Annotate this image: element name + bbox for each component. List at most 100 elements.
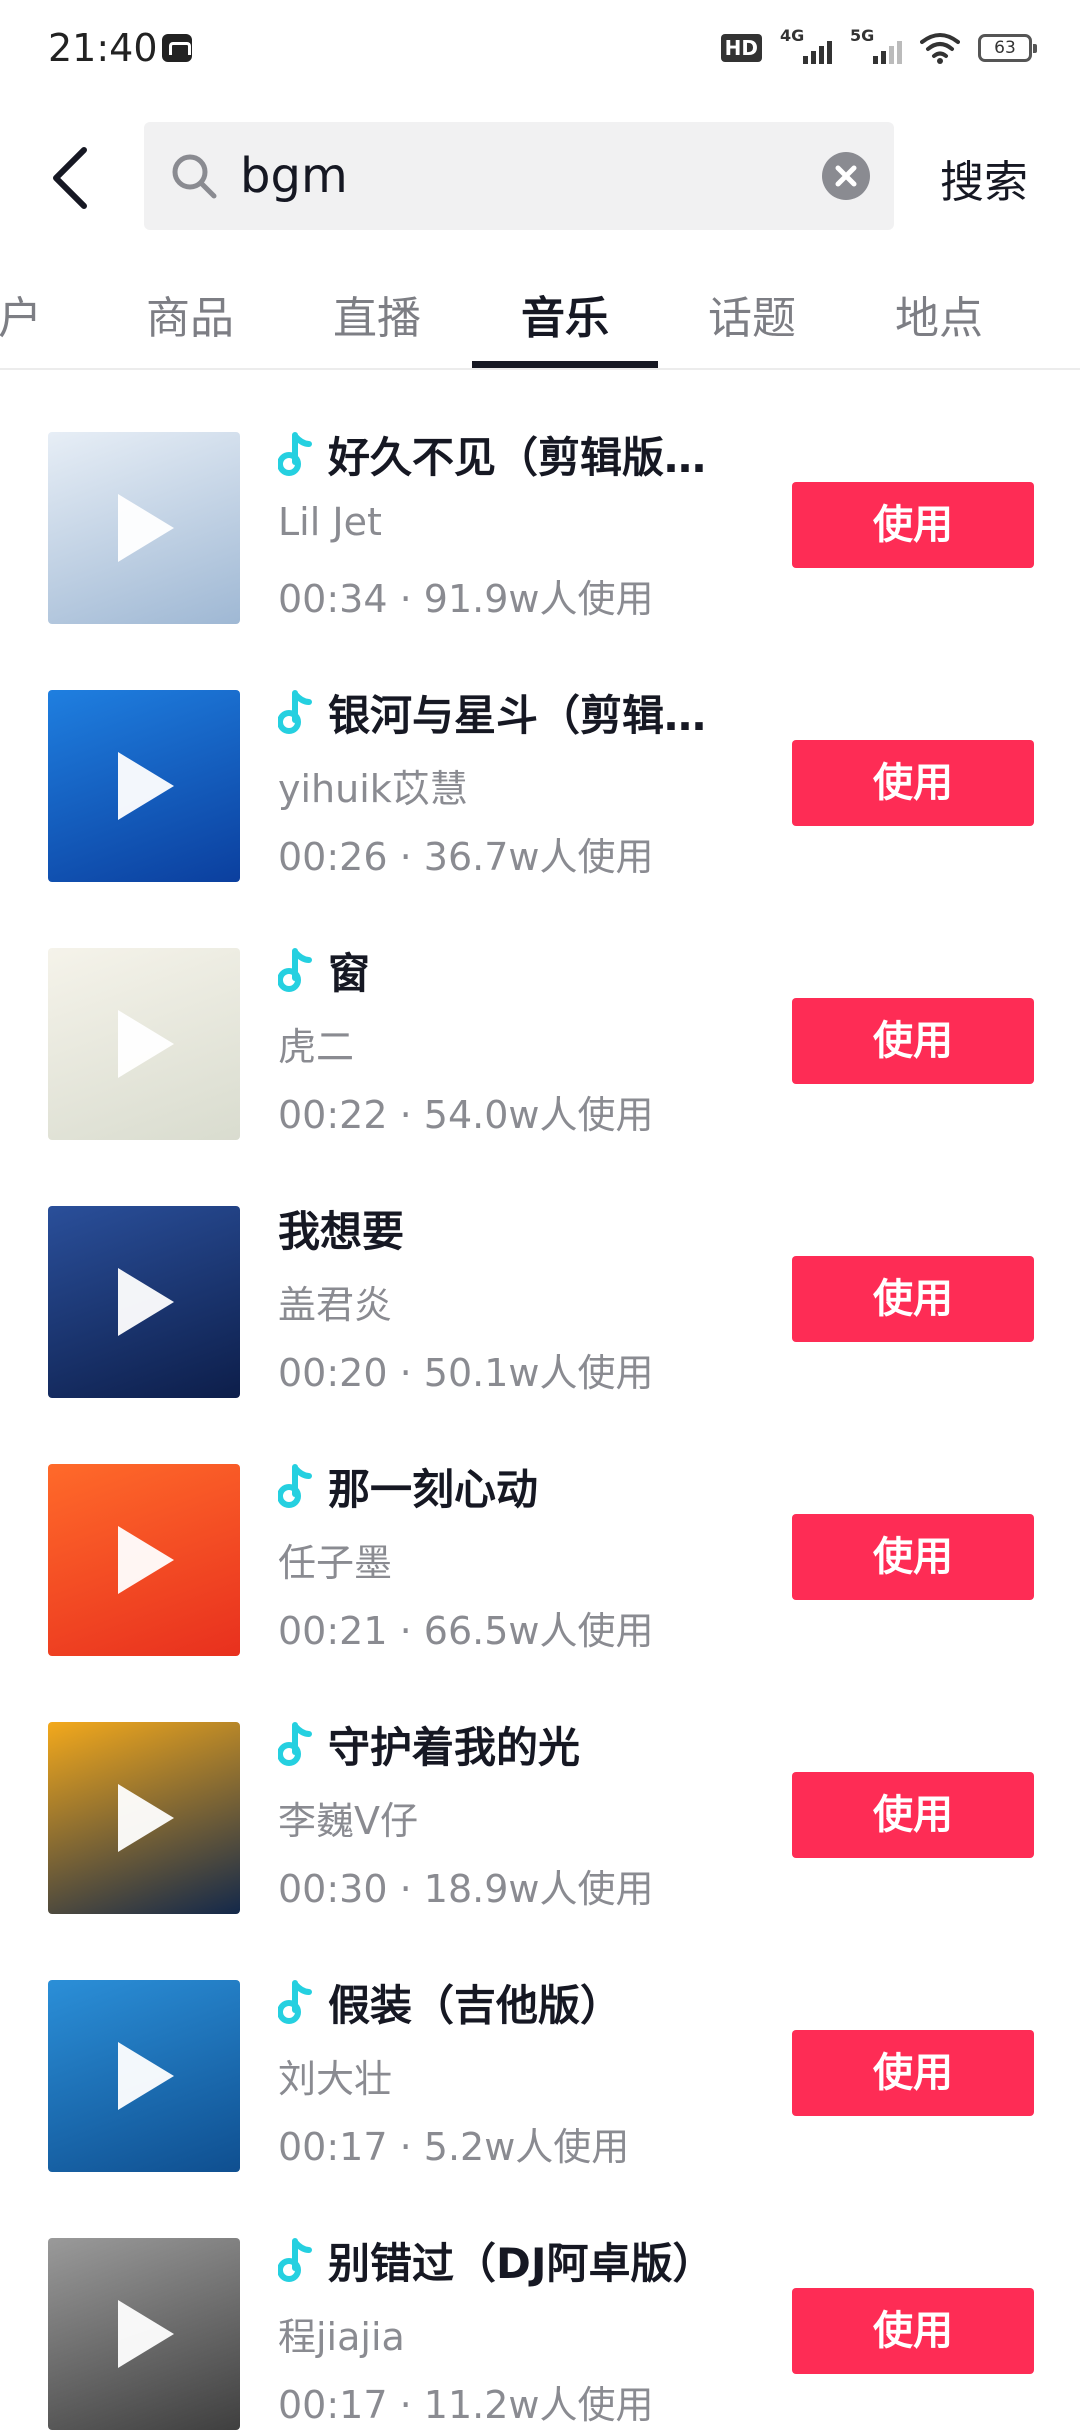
music-list-item[interactable]: 别错过（DJ阿卓版） 程jiajia 00:17 · 11.2w人使用 使用 — [0, 2176, 1080, 2434]
music-list-item[interactable]: 假装（吉他版） 刘大壮 00:17 · 5.2w人使用 使用 — [0, 1918, 1080, 2176]
song-title: 那一刻心动 — [328, 1464, 539, 1514]
album-cover[interactable] — [48, 432, 240, 624]
song-title: 银河与星斗（剪辑… — [328, 690, 707, 740]
song-meta: 00:26 · 36.7w人使用 — [278, 826, 653, 881]
meta-separator: · — [387, 1351, 424, 1395]
music-list-item[interactable]: 好久不见（剪辑版… Lil Jet 00:34 · 91.9w人使用 使用 — [0, 370, 1080, 628]
artist-name: yihuik苡慧 — [278, 767, 468, 811]
meta-separator: · — [387, 1867, 424, 1911]
song-meta: 00:17 · 11.2w人使用 — [278, 2374, 653, 2429]
use-music-button[interactable]: 使用 — [792, 2288, 1034, 2374]
tab-places[interactable]: 地点 — [895, 282, 983, 346]
status-bar: 21:40 HD 4G 5G 63 — [0, 0, 1080, 100]
tab-products[interactable]: 商品 — [146, 282, 234, 346]
music-list-item[interactable]: 银河与星斗（剪辑… yihuik苡慧 00:26 · 36.7w人使用 使用 — [0, 628, 1080, 886]
search-input[interactable] — [240, 122, 800, 230]
use-music-button[interactable]: 使用 — [792, 482, 1034, 568]
use-music-button[interactable]: 使用 — [792, 1514, 1034, 1600]
cellular-signal-icon: 4G — [780, 26, 832, 66]
song-title: 窗 — [328, 948, 371, 998]
meta-separator: · — [387, 2383, 424, 2427]
artist-name: Lil Jet — [278, 500, 382, 544]
artist-name: 李巍V仔 — [278, 1799, 418, 1843]
album-cover[interactable] — [48, 1206, 240, 1398]
use-music-button[interactable]: 使用 — [792, 740, 1034, 826]
play-icon[interactable] — [118, 2300, 174, 2368]
usage-count: 11.2w人使用 — [423, 2383, 654, 2427]
search-category-tabs: 户 商品 直播 音乐 话题 地点 — [0, 260, 1080, 370]
album-cover[interactable] — [48, 1722, 240, 1914]
music-note-icon — [278, 1722, 312, 1766]
album-cover[interactable] — [48, 2238, 240, 2430]
music-list-item[interactable]: 窗 虎二 00:22 · 54.0w人使用 使用 — [0, 886, 1080, 1144]
song-meta: 00:17 · 5.2w人使用 — [278, 2116, 629, 2171]
album-cover[interactable] — [48, 1464, 240, 1656]
song-meta: 00:22 · 54.0w人使用 — [278, 1084, 653, 1139]
song-title-row: 我想要 — [278, 1198, 404, 1258]
song-title: 守护着我的光 — [328, 1722, 581, 1772]
song-title: 假装（吉他版） — [328, 1980, 623, 2030]
album-cover[interactable] — [48, 948, 240, 1140]
song-title: 我想要 — [278, 1206, 405, 1256]
meta-separator: · — [387, 835, 424, 879]
signal-type-label: 5G — [850, 26, 875, 45]
music-list-item[interactable]: 守护着我的光 李巍V仔 00:30 · 18.9w人使用 使用 — [0, 1660, 1080, 1918]
music-note-icon — [278, 948, 312, 992]
music-list-item[interactable]: 我想要 盖君炎 00:20 · 50.1w人使用 使用 — [0, 1144, 1080, 1402]
play-icon[interactable] — [118, 752, 174, 820]
artist-name: 盖君炎 — [278, 1283, 393, 1327]
play-icon[interactable] — [118, 1010, 174, 1078]
usage-count: 50.1w人使用 — [423, 1351, 654, 1395]
song-meta: 00:20 · 50.1w人使用 — [278, 1342, 653, 1397]
search-icon — [172, 154, 217, 199]
artist-name: 任子墨 — [278, 1541, 393, 1585]
song-meta: 00:21 · 66.5w人使用 — [278, 1600, 653, 1655]
song-duration: 00:22 — [278, 1093, 388, 1137]
tab-topics[interactable]: 话题 — [708, 282, 796, 346]
use-music-button[interactable]: 使用 — [792, 1772, 1034, 1858]
play-icon[interactable] — [118, 1784, 174, 1852]
song-title-row: 守护着我的光 — [278, 1714, 580, 1774]
song-meta: 00:30 · 18.9w人使用 — [278, 1858, 653, 1913]
music-note-icon — [278, 690, 312, 734]
usage-count: 5.2w人使用 — [423, 2125, 630, 2169]
song-title-row: 窗 — [278, 940, 370, 1000]
clear-icon[interactable] — [822, 152, 870, 200]
usage-count: 66.5w人使用 — [423, 1609, 654, 1653]
album-cover[interactable] — [48, 1980, 240, 2172]
hd-voice-icon: HD — [720, 34, 762, 62]
song-duration: 00:17 — [278, 2383, 388, 2427]
song-title: 好久不见（剪辑版… — [328, 432, 707, 482]
artist-name: 程jiajia — [278, 2315, 405, 2359]
search-box[interactable] — [144, 122, 894, 230]
play-icon[interactable] — [118, 494, 174, 562]
song-title-row: 假装（吉他版） — [278, 1972, 622, 2032]
search-header: 搜索 — [0, 100, 1080, 260]
play-icon[interactable] — [118, 1526, 174, 1594]
album-cover[interactable] — [48, 690, 240, 882]
play-icon[interactable] — [118, 1268, 174, 1336]
use-music-button[interactable]: 使用 — [792, 1256, 1034, 1342]
play-icon[interactable] — [118, 2042, 174, 2110]
battery-icon: 63 — [978, 34, 1037, 62]
artist-name: 虎二 — [278, 1025, 355, 1069]
status-indicators: HD 4G 5G 63 — [720, 26, 1037, 66]
back-arrow-icon[interactable] — [40, 140, 100, 216]
search-submit-button[interactable]: 搜索 — [940, 146, 1028, 210]
song-duration: 00:17 — [278, 2125, 388, 2169]
usage-count: 18.9w人使用 — [423, 1867, 654, 1911]
tab-live[interactable]: 直播 — [333, 282, 421, 346]
meta-separator: · — [387, 577, 424, 621]
meta-separator: · — [387, 1093, 424, 1137]
song-duration: 00:26 — [278, 835, 388, 879]
use-music-button[interactable]: 使用 — [792, 2030, 1034, 2116]
song-meta: 00:34 · 91.9w人使用 — [278, 568, 653, 623]
music-list-item[interactable]: 那一刻心动 任子墨 00:21 · 66.5w人使用 使用 — [0, 1402, 1080, 1660]
notification-app-icon — [162, 34, 192, 62]
song-title: 别错过（DJ阿卓版） — [328, 2238, 715, 2288]
song-title-row: 那一刻心动 — [278, 1456, 538, 1516]
use-music-button[interactable]: 使用 — [792, 998, 1034, 1084]
tab-music[interactable]: 音乐 — [521, 282, 609, 346]
music-note-icon — [278, 1464, 312, 1508]
tab-users[interactable]: 户 — [0, 282, 42, 346]
